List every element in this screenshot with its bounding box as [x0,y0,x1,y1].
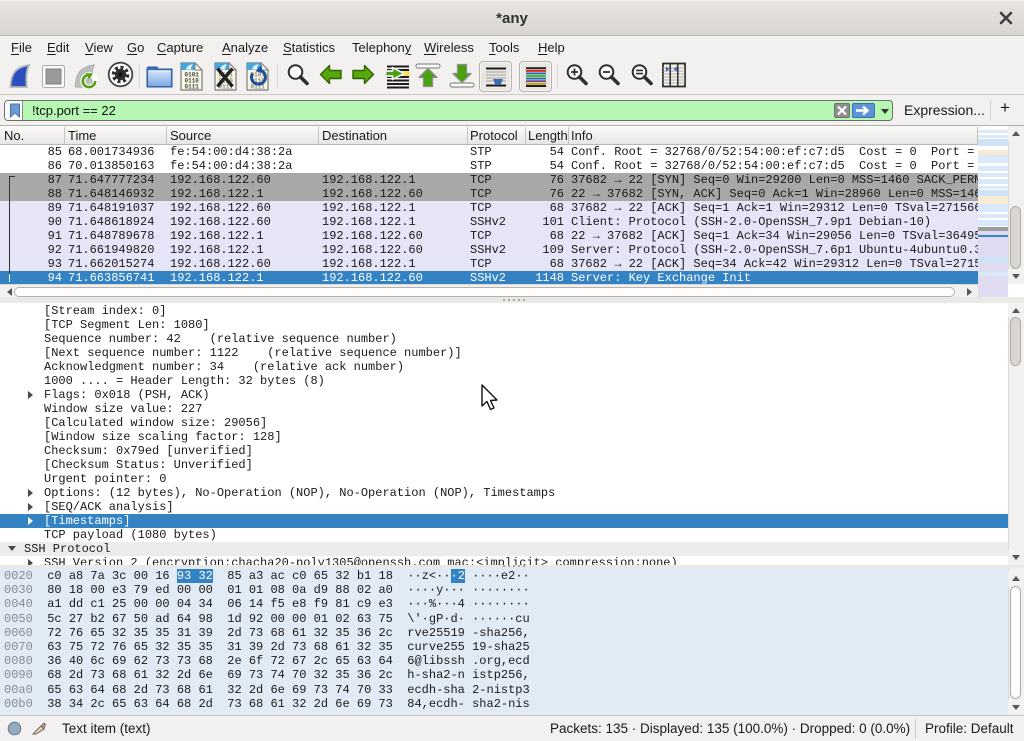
svg-text:0111: 0111 [185,84,200,91]
